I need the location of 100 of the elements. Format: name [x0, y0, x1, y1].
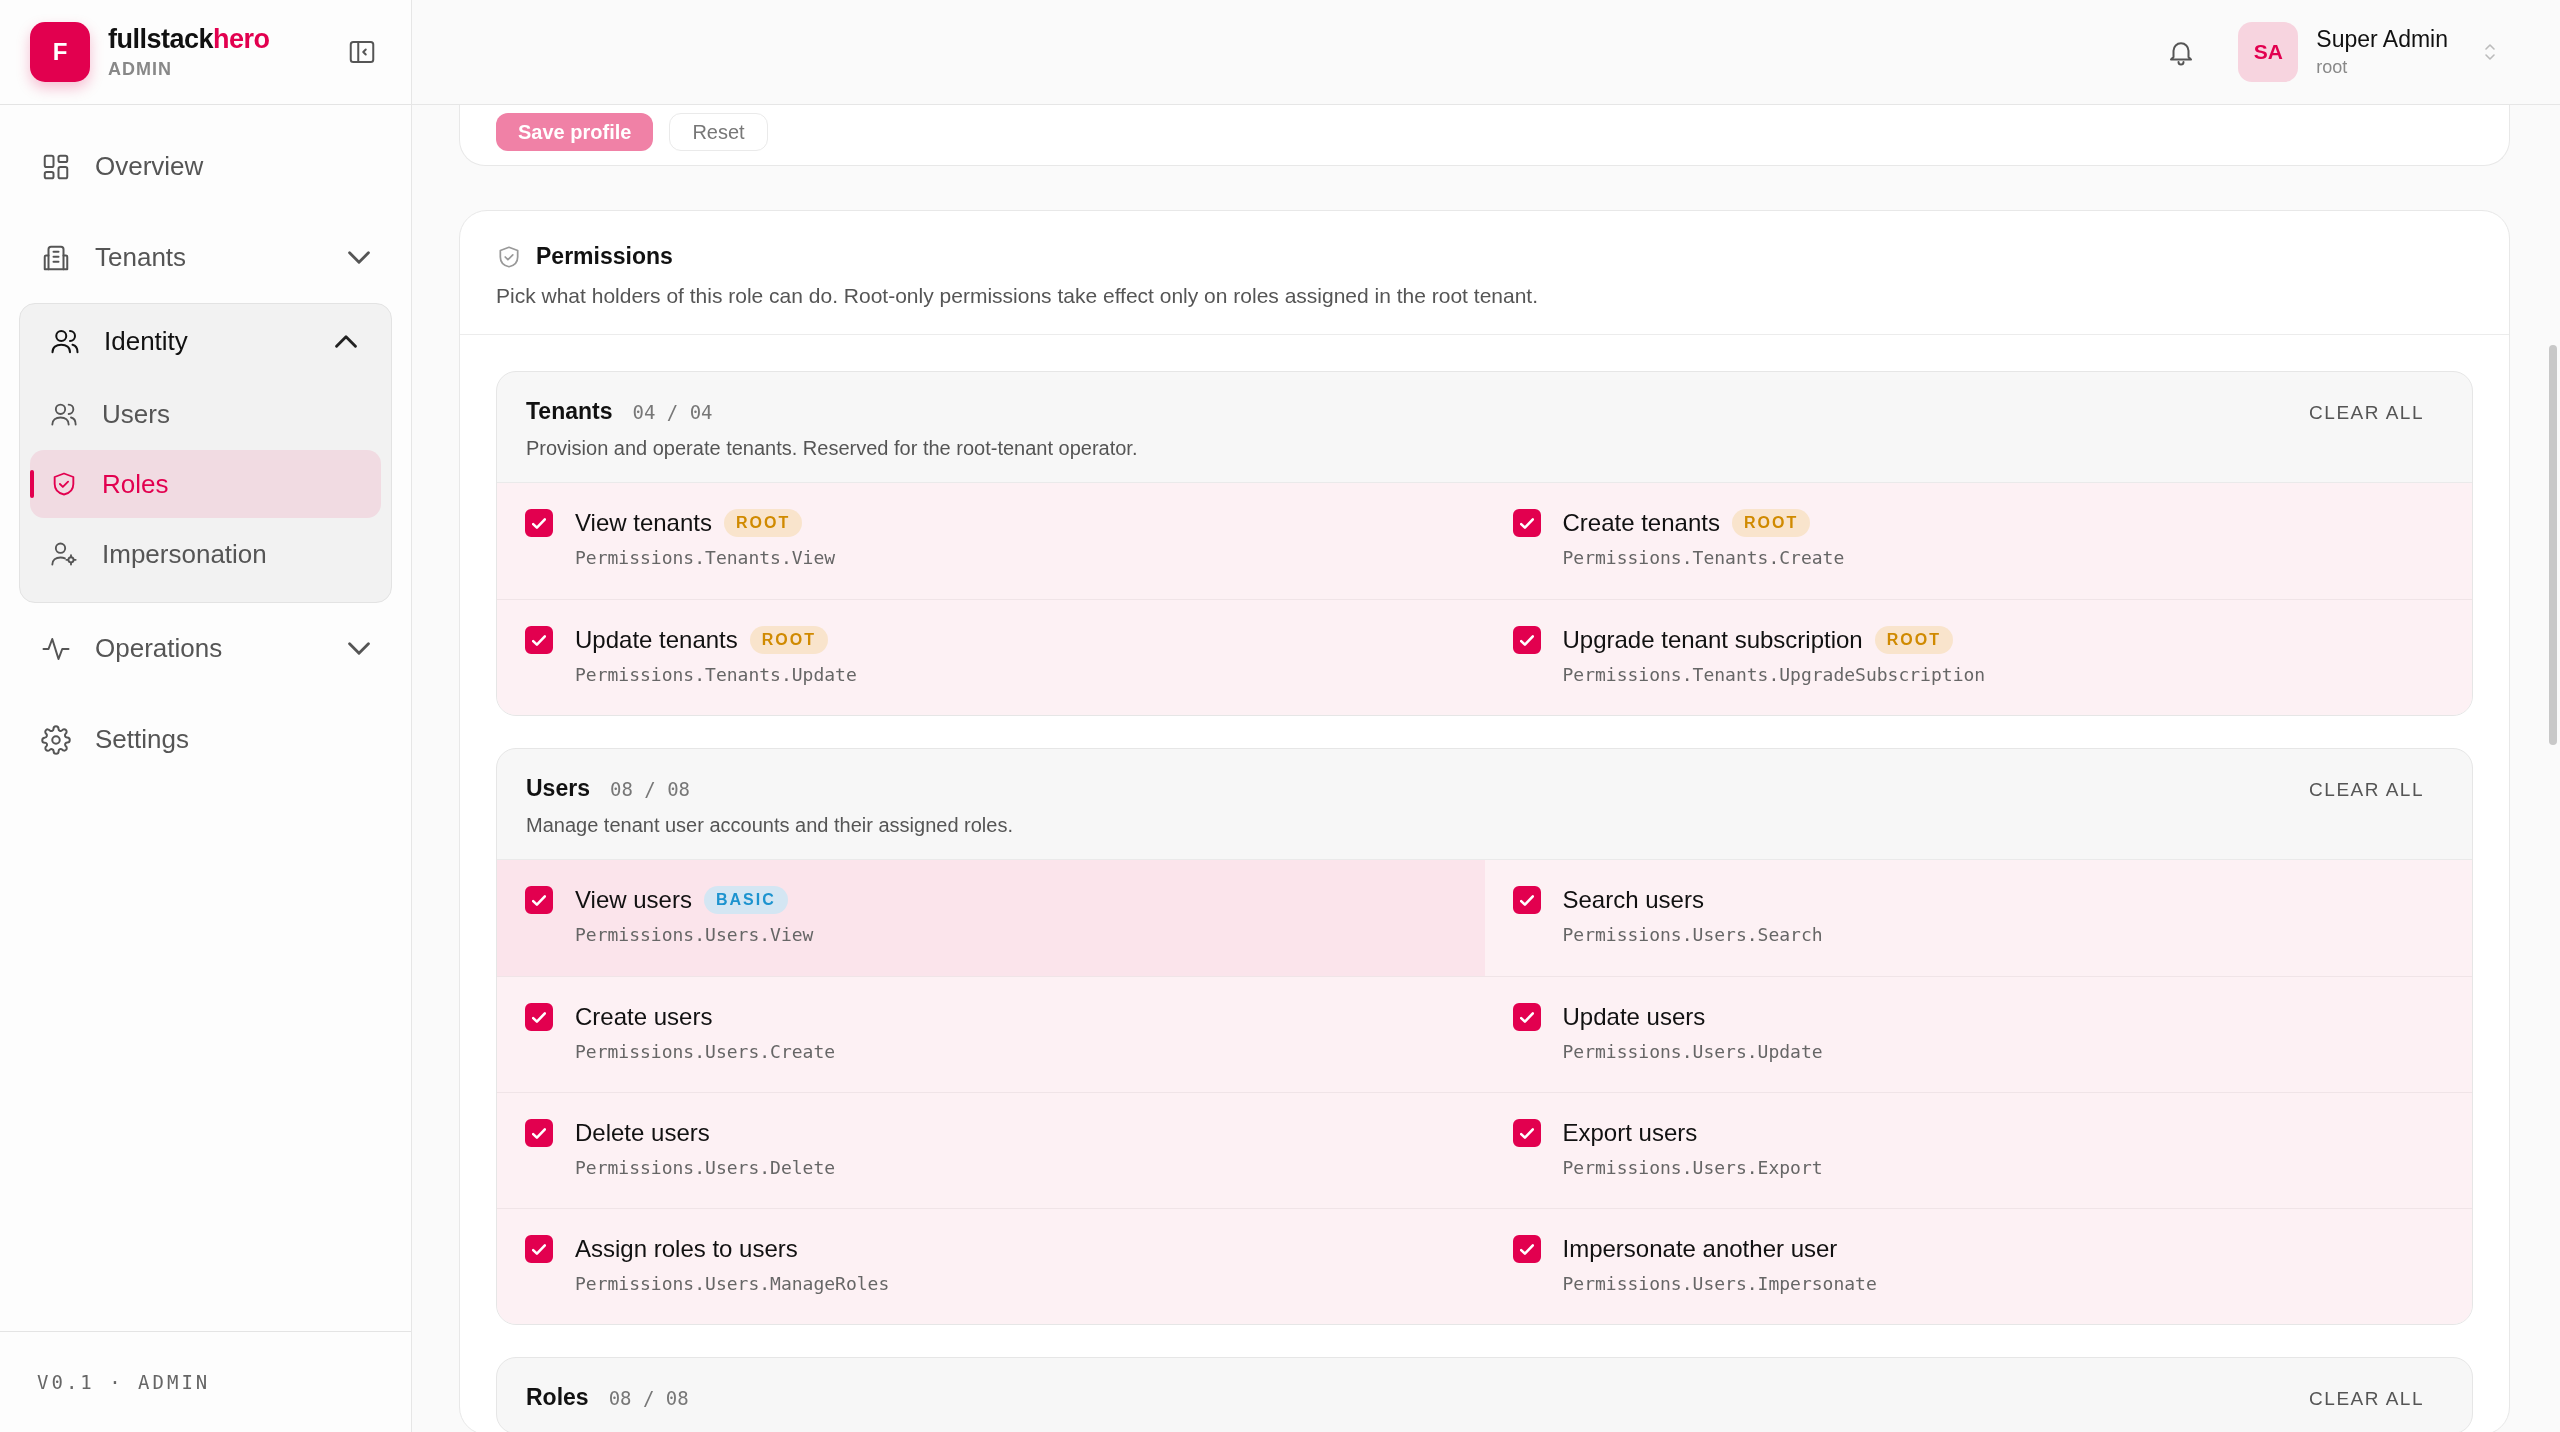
- permission-badge: BASIC: [703, 886, 788, 914]
- permission-badge: ROOT: [724, 509, 803, 537]
- checkbox[interactable]: [525, 509, 553, 537]
- brand-name: fullstackhero: [108, 24, 271, 55]
- permission-key: Permissions.Tenants.Create: [1562, 547, 1845, 568]
- nav-item[interactable]: Roles: [30, 450, 381, 518]
- permission-badge: ROOT: [1731, 509, 1811, 537]
- chevron-down-icon: [348, 251, 370, 264]
- brand-subtitle: ADMIN: [108, 59, 173, 80]
- checkbox[interactable]: [525, 626, 553, 654]
- checkbox[interactable]: [525, 1119, 553, 1147]
- checkbox[interactable]: [1512, 509, 1541, 537]
- permission-key: Permissions.Users.ManageRoles: [575, 1273, 890, 1294]
- permission-name: Create tenants: [1562, 509, 1720, 537]
- group-description: Provision and operate tenants. Reserved for the root-tenant operator.: [526, 437, 1139, 460]
- check-icon: [532, 1127, 546, 1139]
- nav-item[interactable]: Tenants: [19, 212, 392, 303]
- check-icon: [1519, 894, 1534, 906]
- permission-row[interactable]: Upgrade tenant subscription ROOT Permissions.Tenants.UpgradeSubscription: [1484, 599, 2472, 715]
- permission-key: Permissions.Users.Export: [1562, 1157, 1823, 1178]
- group-description: Manage tenant user accounts and their assigned roles.: [526, 814, 1014, 837]
- permission-row[interactable]: View users BASIC Permissions.Users.View: [497, 860, 1485, 976]
- gear-icon: [41, 724, 71, 755]
- check-icon: [532, 634, 546, 646]
- user-gear-icon: [50, 540, 78, 568]
- check-icon: [1519, 1127, 1534, 1139]
- permission-row[interactable]: Impersonate another user Permissions.Users.Impersonate: [1484, 1208, 2472, 1324]
- permission-row[interactable]: Search users Permissions.Users.Search: [1484, 860, 2472, 976]
- permission-key: Permissions.Users.Create: [575, 1041, 836, 1062]
- permission-key: Permissions.Users.View: [575, 924, 814, 945]
- permission-badge: ROOT: [1874, 626, 1953, 654]
- nav-item[interactable]: Identity: [30, 304, 381, 378]
- logo: F: [30, 22, 90, 82]
- user-tenant: root: [2316, 57, 2349, 78]
- nav-item[interactable]: Operations: [19, 603, 392, 694]
- permission-key: Permissions.Users.Update: [1562, 1041, 1823, 1062]
- section-title: Permissions: [536, 243, 673, 270]
- checkbox[interactable]: [1512, 886, 1541, 914]
- check-icon: [1519, 517, 1534, 529]
- clear-all-button[interactable]: CLEAR ALL: [2309, 1384, 2424, 1410]
- reset-button[interactable]: Reset: [669, 113, 768, 151]
- user-name: Super Admin: [2316, 26, 2448, 53]
- checkbox[interactable]: [525, 1003, 553, 1031]
- permission-row[interactable]: Create tenants ROOT Permissions.Tenants.Create: [1484, 483, 2472, 599]
- permission-name: Export users: [1562, 1119, 1698, 1147]
- checkbox[interactable]: [1512, 1235, 1541, 1263]
- permission-row[interactable]: View tenants ROOT Permissions.Tenants.View: [497, 483, 1485, 599]
- permission-name: Search users: [1562, 886, 1704, 914]
- check-icon: [532, 1243, 546, 1255]
- permission-name: Assign roles to users: [575, 1235, 798, 1263]
- clear-all-button[interactable]: CLEAR ALL: [2309, 775, 2424, 801]
- permission-key: Permissions.Tenants.Update: [575, 664, 857, 685]
- permission-row[interactable]: Delete users Permissions.Users.Delete: [497, 1092, 1485, 1208]
- group-title: Roles: [526, 1384, 589, 1411]
- nav-item[interactable]: Impersonation: [30, 520, 381, 588]
- version-label: V0.1 · ADMIN: [37, 1371, 211, 1393]
- permission-row[interactable]: Export users Permissions.Users.Export: [1484, 1092, 2472, 1208]
- check-icon: [1519, 1243, 1534, 1255]
- permission-name: Delete users: [575, 1119, 710, 1147]
- permission-key: Permissions.Users.Search: [1562, 924, 1823, 945]
- check-icon: [532, 1011, 546, 1023]
- permission-name: Upgrade tenant subscription: [1562, 626, 1863, 654]
- check-icon: [1519, 634, 1534, 646]
- group-title: Users: [526, 775, 590, 802]
- permission-name: Update users: [1562, 1003, 1706, 1031]
- check-icon: [1519, 1011, 1534, 1023]
- group-title: Tenants: [526, 398, 613, 425]
- chevron-down-icon: [348, 642, 370, 655]
- clear-all-button[interactable]: CLEAR ALL: [2309, 398, 2424, 424]
- permission-row[interactable]: Create users Permissions.Users.Create: [497, 976, 1485, 1092]
- permission-row[interactable]: Update users Permissions.Users.Update: [1484, 976, 2472, 1092]
- chevron-up-icon: [335, 334, 357, 348]
- nav-item[interactable]: Overview: [19, 121, 392, 212]
- permission-key: Permissions.Tenants.View: [575, 547, 836, 568]
- permission-key: Permissions.Users.Delete: [575, 1157, 836, 1178]
- group-count: 08 / 08: [609, 778, 690, 800]
- checkbox[interactable]: [525, 886, 553, 914]
- permission-row[interactable]: Update tenants ROOT Permissions.Tenants.Update: [497, 599, 1485, 715]
- user-menu-button[interactable]: SA Super Admin root: [2238, 22, 2502, 82]
- permission-name: Impersonate another user: [1562, 1235, 1838, 1263]
- checkbox[interactable]: [1512, 1119, 1541, 1147]
- group-count: 04 / 04: [632, 401, 713, 423]
- permission-key: Permissions.Tenants.UpgradeSubscription: [1562, 664, 1986, 685]
- permission-name: View tenants: [575, 509, 712, 537]
- checkbox[interactable]: [1512, 1003, 1541, 1031]
- checkbox[interactable]: [525, 1235, 553, 1263]
- nav-item[interactable]: Settings: [19, 694, 392, 785]
- checkbox[interactable]: [1512, 626, 1541, 654]
- permission-name: Create users: [575, 1003, 713, 1031]
- nav-item[interactable]: Users: [30, 380, 381, 448]
- permission-row[interactable]: Assign roles to users Permissions.Users.ManageRoles: [497, 1208, 1485, 1324]
- group-count: 08 / 08: [608, 1387, 689, 1409]
- permission-name: Update tenants: [575, 626, 738, 654]
- avatar: SA: [2238, 22, 2299, 82]
- section-description: Pick what holders of this role can do. Root-only permissions take effect only on roles assigned in the root tenant.: [496, 284, 1539, 308]
- permission-badge: ROOT: [749, 626, 828, 654]
- check-icon: [532, 517, 546, 529]
- check-icon: [532, 894, 546, 906]
- permission-key: Permissions.Users.Impersonate: [1562, 1273, 1877, 1294]
- scrollbar-thumb[interactable]: [2549, 345, 2557, 745]
